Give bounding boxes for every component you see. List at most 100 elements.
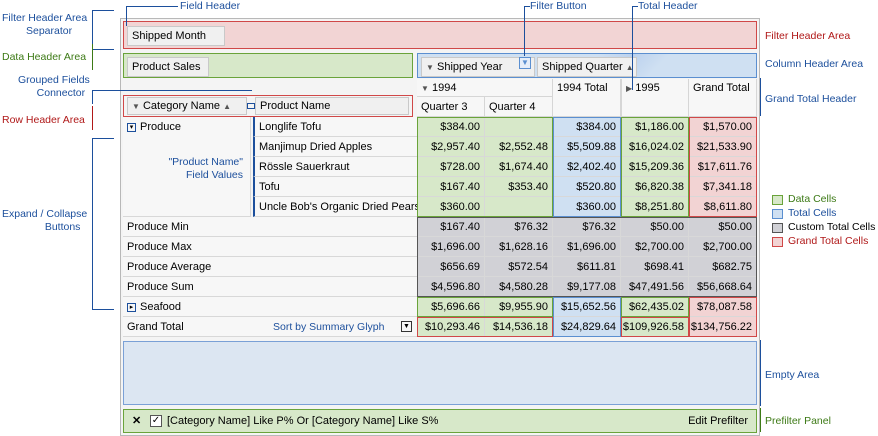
grand-total-header-label: Grand Total Header [765, 93, 857, 105]
annotation-line: Expand / Collapse [2, 208, 88, 220]
legend-item: Total Cells [772, 207, 876, 221]
legend-item: Custom Total Cells [772, 221, 876, 235]
product-name-field[interactable]: Product Name [255, 97, 409, 115]
field-header-bracket [126, 6, 178, 26]
cell-group-outline [417, 317, 553, 337]
quarter-4-header[interactable]: Quarter 4 [485, 97, 553, 117]
legend-swatch [772, 237, 783, 247]
legend-item: Grand Total Cells [772, 235, 876, 249]
total-header-line [632, 6, 638, 90]
expand-collapse-annotation: Expand / Collapse Buttons [2, 208, 87, 234]
annotation-line: Separator [26, 25, 73, 37]
product-name-values-annotation: "Product Name" Field Values [168, 156, 243, 182]
row-header-area-annotation: Row Header Area [2, 114, 85, 126]
checkbox-icon[interactable]: ✓ [150, 415, 162, 427]
cell-group-outline [553, 117, 621, 217]
expand-icon[interactable]: ▸ [127, 302, 136, 312]
cell-group-outline [621, 117, 689, 217]
collapse-icon[interactable]: ▾ [127, 122, 136, 132]
product-row-header[interactable]: Tofu [253, 177, 417, 197]
prefilter-panel-bracket [760, 408, 764, 432]
close-icon[interactable]: ✕ [132, 410, 141, 432]
grand-total-header-bracket [760, 78, 764, 116]
custom-total-row-header: Produce Min [123, 217, 417, 237]
legend-label: Total Cells [788, 207, 837, 219]
product-row-header[interactable]: Uncle Bob's Organic Dried Pears [253, 197, 420, 217]
header-label: Quarter 4 [489, 101, 536, 113]
product-sales-field[interactable]: Product Sales [127, 57, 209, 77]
sort-glyph-annotation: Sort by Summary Glyph [273, 321, 385, 333]
grouped-fields-line [92, 90, 252, 104]
row-field-label: Product Name [260, 100, 331, 112]
legend-swatch [772, 209, 783, 219]
filter-button-line [524, 6, 530, 56]
data-field-label: Product Sales [132, 61, 201, 73]
grouped-fields-annotation: Grouped Fields Connector [18, 74, 90, 100]
custom-total-row-header: Produce Average [123, 257, 417, 277]
empty-area-bracket [760, 340, 764, 406]
grand-total-header[interactable]: Grand Total [689, 79, 757, 117]
legend-label: Custom Total Cells [788, 221, 876, 233]
cell-group-outline [417, 117, 553, 217]
custom-total-row-header: Produce Max [123, 237, 417, 257]
legend-swatch [772, 195, 783, 205]
annotation-line: Buttons [44, 221, 81, 233]
column-field-label: Shipped Quarter [542, 61, 623, 73]
legend: Data Cells Total Cells Custom Total Cells G… [772, 193, 876, 249]
empty-area-label: Empty Area [765, 369, 820, 381]
header-label: Quarter 3 [421, 101, 468, 113]
filter-button[interactable]: ▼ [519, 57, 531, 69]
chevron-down-icon: ▼ [421, 84, 429, 93]
annotation-line: "Product Name" [168, 156, 244, 168]
pivot-grid: Shipped Month Product Sales ▼ Shipped Ye… [120, 18, 760, 436]
cell-group-outline [689, 117, 757, 217]
field-header-annotation: Field Header [180, 0, 241, 12]
cell-group-outline [553, 297, 621, 337]
edit-prefilter-link[interactable]: Edit Prefilter [688, 410, 748, 432]
filter-button-annotation: Filter Button [530, 0, 587, 12]
annotation-line: Connector [36, 87, 86, 99]
sort-by-summary-icon[interactable]: ▼ [401, 321, 412, 332]
column-header-area-label: Column Header Area [765, 58, 864, 70]
row-label: Grand Total [127, 321, 184, 333]
total-header-annotation: Total Header [638, 0, 698, 12]
header-label: 1995 [635, 82, 660, 94]
empty-area [123, 341, 757, 405]
cell-group-outline [417, 217, 757, 297]
product-row-header[interactable]: Manjimup Dried Apples [253, 137, 417, 157]
row-label: Seafood [140, 301, 181, 313]
header-label: 1994 [431, 82, 457, 94]
filter-header-area-label: Filter Header Area [765, 30, 851, 42]
product-row-header[interactable]: Rössle Sauerkraut [253, 157, 417, 177]
row-label: Produce [140, 121, 181, 133]
header-label: 1994 Total [557, 82, 608, 94]
legend-item: Data Cells [772, 193, 876, 207]
cell-group-outline [417, 297, 553, 317]
chevron-down-icon: ▼ [426, 63, 434, 72]
funnel-icon: ▼ [521, 58, 529, 67]
cell-group-outline [689, 297, 757, 337]
shipped-year-field[interactable]: ▼ Shipped Year [421, 57, 535, 77]
filter-field-label: Shipped Month [132, 30, 206, 42]
legend-swatch [772, 223, 783, 233]
year-1994-header[interactable]: ▼ 1994 [417, 79, 553, 97]
grand-total-row-header: Grand Total Sort by Summary Glyph ▼ [123, 317, 417, 337]
row-header-bracket [92, 106, 104, 130]
shipped-month-field[interactable]: Shipped Month [127, 26, 225, 46]
expand-collapse-bracket [92, 138, 114, 310]
seafood-row-header[interactable]: ▸ Seafood [123, 297, 417, 317]
prefilter-panel: ✕ ✓ [Category Name] Like P% Or [Category… [123, 409, 757, 433]
prefilter-text: [Category Name] Like P% Or [Category Nam… [167, 415, 439, 427]
legend-label: Data Cells [788, 193, 837, 205]
annotation-line: Filter Header Area [2, 12, 88, 24]
quarter-3-header[interactable]: Quarter 3 [417, 97, 485, 117]
custom-total-row-header: Produce Sum [123, 277, 417, 297]
column-field-label: Shipped Year [436, 61, 503, 73]
total-1994-header[interactable]: 1994 Total [553, 79, 621, 117]
data-header-area-annotation: Data Header Area [2, 51, 87, 63]
shipped-quarter-field[interactable]: Shipped Quarter ▲ [537, 57, 637, 77]
header-label: Grand Total [693, 82, 750, 94]
prefilter-panel-label: Prefilter Panel [765, 415, 831, 427]
data-header-bracket [92, 44, 104, 70]
product-row-header[interactable]: Longlife Tofu [253, 117, 417, 137]
